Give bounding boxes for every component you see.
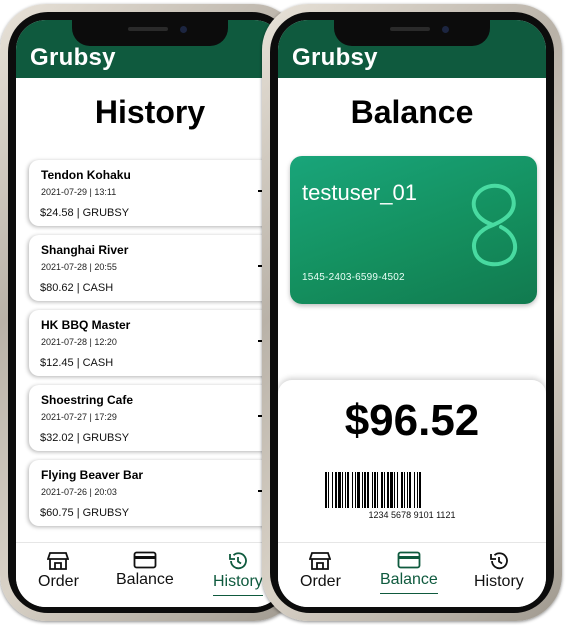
balance-panel: $96.52 1234 5678 9101 1121 — [278, 380, 546, 550]
card-number: 1545-2403-6599-4502 — [302, 272, 405, 283]
phone-balance: Grubsy Balance testuser_01 1545-2403-659… — [262, 4, 562, 621]
store-icon — [309, 552, 332, 570]
tab-balance-label: Balance — [380, 571, 438, 588]
phone-history: Grubsy History Tendon Kohaku 2021-07-29 … — [0, 4, 300, 621]
balance-amount: $96.52 — [344, 396, 480, 445]
tab-balance[interactable]: Balance — [116, 551, 174, 589]
history-item[interactable]: Shanghai River 2021-07-28 | 20:55 $80.62… — [29, 235, 284, 301]
history-icon — [228, 552, 247, 570]
restaurant-name: HK BBQ Master — [41, 318, 131, 332]
infinity-logo-icon — [471, 183, 518, 267]
restaurant-name: Shanghai River — [41, 243, 129, 257]
card-icon — [133, 551, 157, 569]
barcode-number: 1234 5678 9101 1121 — [368, 510, 456, 520]
payment-card[interactable]: testuser_01 1545-2403-6599-4502 — [290, 156, 537, 304]
active-tab-indicator — [380, 592, 438, 594]
balance-screen: Grubsy Balance testuser_01 1545-2403-659… — [278, 20, 546, 607]
tab-balance[interactable]: Balance — [380, 551, 438, 594]
app-brand: Grubsy — [30, 44, 116, 71]
history-item[interactable]: Flying Beaver Bar 2021-07-26 | 20:03 $60… — [29, 460, 284, 526]
restaurant-name: Tendon Kohaku — [41, 168, 131, 182]
history-item[interactable]: Tendon Kohaku 2021-07-29 | 13:11 $24.58 … — [29, 160, 284, 226]
history-item[interactable]: HK BBQ Master 2021-07-28 | 12:20 $12.45 … — [29, 310, 284, 376]
tab-history[interactable]: History — [474, 551, 524, 591]
phone-notch — [72, 20, 228, 46]
tab-history[interactable]: History — [213, 551, 263, 596]
order-datetime: 2021-07-28 | 20:55 — [41, 262, 117, 272]
tab-bar: Order Balance History — [278, 542, 546, 607]
barcode — [325, 472, 421, 508]
phone-notch — [334, 20, 490, 46]
order-datetime: 2021-07-26 | 20:03 — [41, 487, 117, 497]
page-title: Balance — [350, 94, 474, 130]
card-username: testuser_01 — [302, 180, 417, 205]
order-datetime: 2021-07-29 | 13:11 — [41, 187, 117, 197]
tab-history-label: History — [213, 573, 263, 590]
history-screen: Grubsy History Tendon Kohaku 2021-07-29 … — [16, 20, 284, 607]
order-datetime: 2021-07-28 | 12:20 — [41, 337, 117, 347]
tab-order-label: Order — [300, 573, 341, 590]
app-brand: Grubsy — [292, 44, 378, 71]
history-item[interactable]: Shoestring Cafe 2021-07-27 | 17:29 $32.0… — [29, 385, 284, 451]
tab-order[interactable]: Order — [300, 551, 341, 591]
page-title: History — [94, 94, 206, 130]
store-icon — [47, 552, 70, 570]
tab-balance-label: Balance — [116, 571, 174, 588]
order-payment: $60.75 | GRUBSY — [40, 507, 130, 519]
restaurant-name: Shoestring Cafe — [41, 393, 134, 407]
order-payment: $24.58 | GRUBSY — [40, 207, 130, 219]
order-payment: $80.62 | CASH — [40, 282, 114, 294]
tab-history-label: History — [474, 573, 524, 590]
tab-order-label: Order — [38, 573, 79, 590]
history-list: Tendon Kohaku 2021-07-29 | 13:11 $24.58 … — [29, 160, 284, 535]
card-icon — [397, 551, 421, 569]
restaurant-name: Flying Beaver Bar — [41, 468, 144, 482]
active-tab-indicator — [213, 594, 263, 596]
order-payment: $32.02 | GRUBSY — [40, 432, 130, 444]
order-datetime: 2021-07-27 | 17:29 — [41, 412, 117, 422]
tab-order[interactable]: Order — [38, 551, 79, 591]
order-payment: $12.45 | CASH — [40, 357, 114, 369]
tab-bar: Order Balance History — [16, 542, 284, 607]
history-icon — [489, 552, 508, 570]
